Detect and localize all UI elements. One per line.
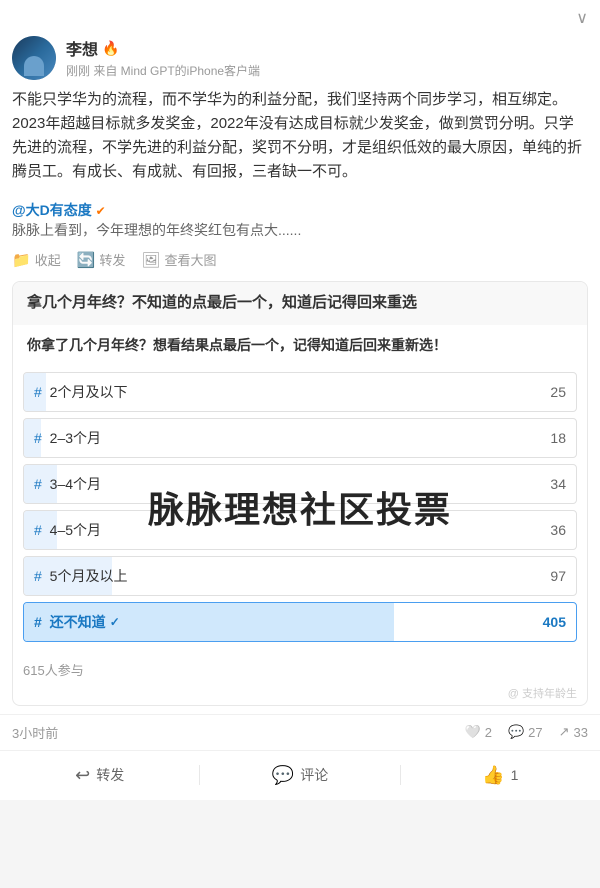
poll-options: 你拿了几个月年终？想看结果点最后一个，记得知道后回来重新选！ # 2个月及以下 … [13, 325, 587, 658]
top-bar: ∨ [0, 0, 600, 32]
comment-bottom-icon: 💬 [272, 765, 294, 786]
share-stat[interactable]: ↗ 33 [559, 724, 588, 740]
timestamp: 3小时前 [12, 723, 58, 742]
watermark: @ 支持年龄生 [13, 685, 587, 705]
poll-option-5-count: 97 [550, 568, 576, 584]
quote-user[interactable]: @大D有态度 [12, 202, 92, 218]
repost-bottom-icon: ↩ [75, 765, 90, 786]
collect-label: 收起 [35, 250, 61, 269]
like-bottom-icon: 👍 [482, 765, 504, 786]
like-stat[interactable]: 🤍 2 [465, 724, 492, 740]
like-icon: 🤍 [465, 724, 481, 740]
author-name-row: 李想 🔥 [66, 36, 588, 60]
poll-option-5[interactable]: # 5个月及以上 97 [23, 556, 577, 596]
repost-label: 转发 [99, 250, 125, 269]
repost-action[interactable]: 🔄 转发 [77, 250, 126, 269]
comment-bottom-label: 评论 [300, 765, 328, 785]
image-icon: 🖼 [141, 251, 160, 269]
quote-text: 脉脉上看到，今年理想的年终奖红包有点大...... [12, 222, 301, 238]
poll-title-bar: 拿几个月年终？不知道的点最后一个，知道后记得回来重选 [13, 282, 587, 325]
poll-option-2[interactable]: # 2–3个月 18 [23, 418, 577, 458]
poll-wrapper: # 2个月及以下 25 # 2–3个月 18 脉脉理想社区投票 [23, 372, 577, 642]
like-count: 2 [485, 725, 492, 740]
like-bottom-count: 1 [511, 767, 519, 783]
post-header: 李想 🔥 刚刚 来自 Mind GPT的iPhone客户端 [0, 32, 600, 88]
poll-option-3[interactable]: # 3–4个月 34 [23, 464, 577, 504]
view-image-label: 查看大图 [164, 250, 216, 269]
share-icon: ↗ [559, 724, 570, 740]
poll-card: 拿几个月年终？不知道的点最后一个，知道后记得回来重选 你拿了几个月年终？想看结果… [12, 281, 588, 706]
poll-option-6-count: 405 [543, 614, 576, 630]
poll-option-4-count: 36 [550, 522, 576, 538]
poll-question: 你拿了几个月年终？想看结果点最后一个，记得知道后回来重新选！ [23, 331, 577, 364]
repost-bottom-label: 转发 [96, 765, 124, 785]
quote-block: @大D有态度 ✔ 脉脉上看到，今年理想的年终奖红包有点大...... [0, 194, 600, 246]
comment-icon: 💬 [508, 724, 524, 740]
poll-option-4-label: # 4–5个月 [24, 520, 550, 540]
collect-icon: 📁 [12, 251, 31, 269]
repost-button[interactable]: ↩ 转发 [0, 761, 199, 790]
bottom-actions: ↩ 转发 💬 评论 👍 1 [0, 750, 600, 800]
view-image-action[interactable]: 🖼 查看大图 [141, 250, 216, 269]
poll-option-1-label: # 2个月及以下 [24, 382, 550, 402]
comment-stat[interactable]: 💬 27 [508, 724, 543, 740]
author-name[interactable]: 李想 [66, 36, 98, 60]
author-info: 李想 🔥 刚刚 来自 Mind GPT的iPhone客户端 [66, 36, 588, 79]
poll-option-2-label: # 2–3个月 [24, 428, 550, 448]
verified-icon: 🔥 [102, 40, 119, 57]
poll-option-4[interactable]: # 4–5个月 36 [23, 510, 577, 550]
poll-option-2-count: 18 [550, 430, 576, 446]
poll-option-6-label: # 还不知道 ✓ [24, 612, 543, 632]
quote-verified-icon: ✔ [96, 204, 106, 218]
poll-option-3-count: 34 [550, 476, 576, 492]
collapse-icon[interactable]: ∨ [576, 8, 588, 28]
post-meta: 刚刚 来自 Mind GPT的iPhone客户端 [66, 62, 588, 79]
poll-participants: 615人参与 [13, 658, 587, 685]
poll-option-1-count: 25 [550, 384, 576, 400]
comment-button[interactable]: 💬 评论 [200, 761, 399, 790]
engagement-stats: 🤍 2 💬 27 ↗ 33 [465, 724, 588, 740]
poll-option-3-label: # 3–4个月 [24, 474, 550, 494]
post-content: 不能只学华为的流程，而不学华为的利益分配，我们坚持两个同步学习，相互绑定。202… [0, 88, 600, 194]
like-button[interactable]: 👍 1 [401, 761, 600, 790]
collect-action[interactable]: 📁 收起 [12, 250, 61, 269]
action-row: 📁 收起 🔄 转发 🖼 查看大图 [0, 246, 600, 277]
poll-option-1[interactable]: # 2个月及以下 25 [23, 372, 577, 412]
poll-option-5-label: # 5个月及以上 [24, 566, 550, 586]
poll-option-6[interactable]: # 还不知道 ✓ 405 [23, 602, 577, 642]
repost-icon: 🔄 [77, 251, 96, 269]
share-count: 33 [574, 725, 588, 740]
avatar[interactable] [12, 36, 56, 80]
timestamp-row: 3小时前 🤍 2 💬 27 ↗ 33 [0, 714, 600, 750]
comment-count: 27 [528, 725, 542, 740]
